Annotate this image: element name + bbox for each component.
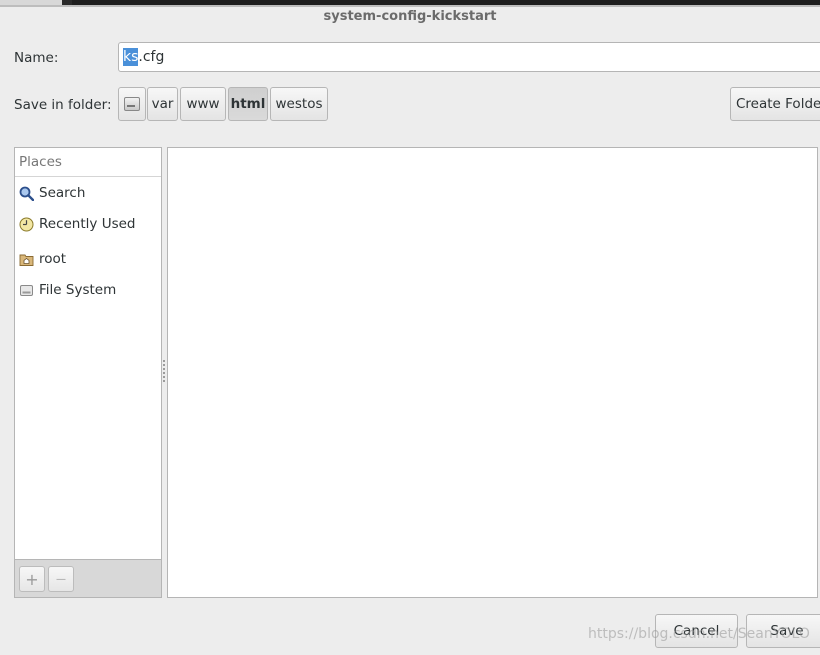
drive-icon <box>124 97 140 111</box>
drive-icon <box>19 283 34 298</box>
name-input[interactable]: ks .cfg <box>118 42 820 72</box>
pane-resize-handle[interactable] <box>163 360 165 384</box>
places-panel: Places Search Recently Used root File Sy… <box>14 147 162 560</box>
watermark-text: https://blog.csdn.net/SeanYOLO <box>588 626 810 642</box>
minus-icon: — <box>56 573 66 585</box>
recent-icon <box>19 217 34 232</box>
path-button-westos[interactable]: westos <box>270 87 328 121</box>
background-window-strip <box>0 0 820 7</box>
places-item-search[interactable]: Search <box>19 182 85 204</box>
places-footer: + — <box>14 560 162 598</box>
places-item-file-system[interactable]: File System <box>19 279 116 301</box>
file-list[interactable] <box>167 147 818 598</box>
create-folder-button[interactable]: Create Folde <box>730 87 820 121</box>
search-icon <box>19 186 35 201</box>
name-input-selected-text: ks <box>123 48 139 66</box>
path-button-var[interactable]: var <box>147 87 178 121</box>
places-header: Places <box>15 148 161 177</box>
home-folder-icon <box>19 252 34 267</box>
window-title: system-config-kickstart <box>323 9 497 24</box>
path-button-html[interactable]: html <box>228 87 268 121</box>
plus-icon: + <box>25 569 39 589</box>
places-item-root[interactable]: root <box>19 248 66 270</box>
path-button-root[interactable] <box>118 87 146 121</box>
places-item-recently-used[interactable]: Recently Used <box>19 213 135 235</box>
name-label: Name: <box>14 50 59 66</box>
path-button-www[interactable]: www <box>180 87 226 121</box>
save-in-folder-label: Save in folder: <box>14 97 112 113</box>
name-input-text: .cfg <box>138 49 165 65</box>
add-bookmark-button[interactable]: + <box>19 566 45 592</box>
remove-bookmark-button[interactable]: — <box>48 566 74 592</box>
